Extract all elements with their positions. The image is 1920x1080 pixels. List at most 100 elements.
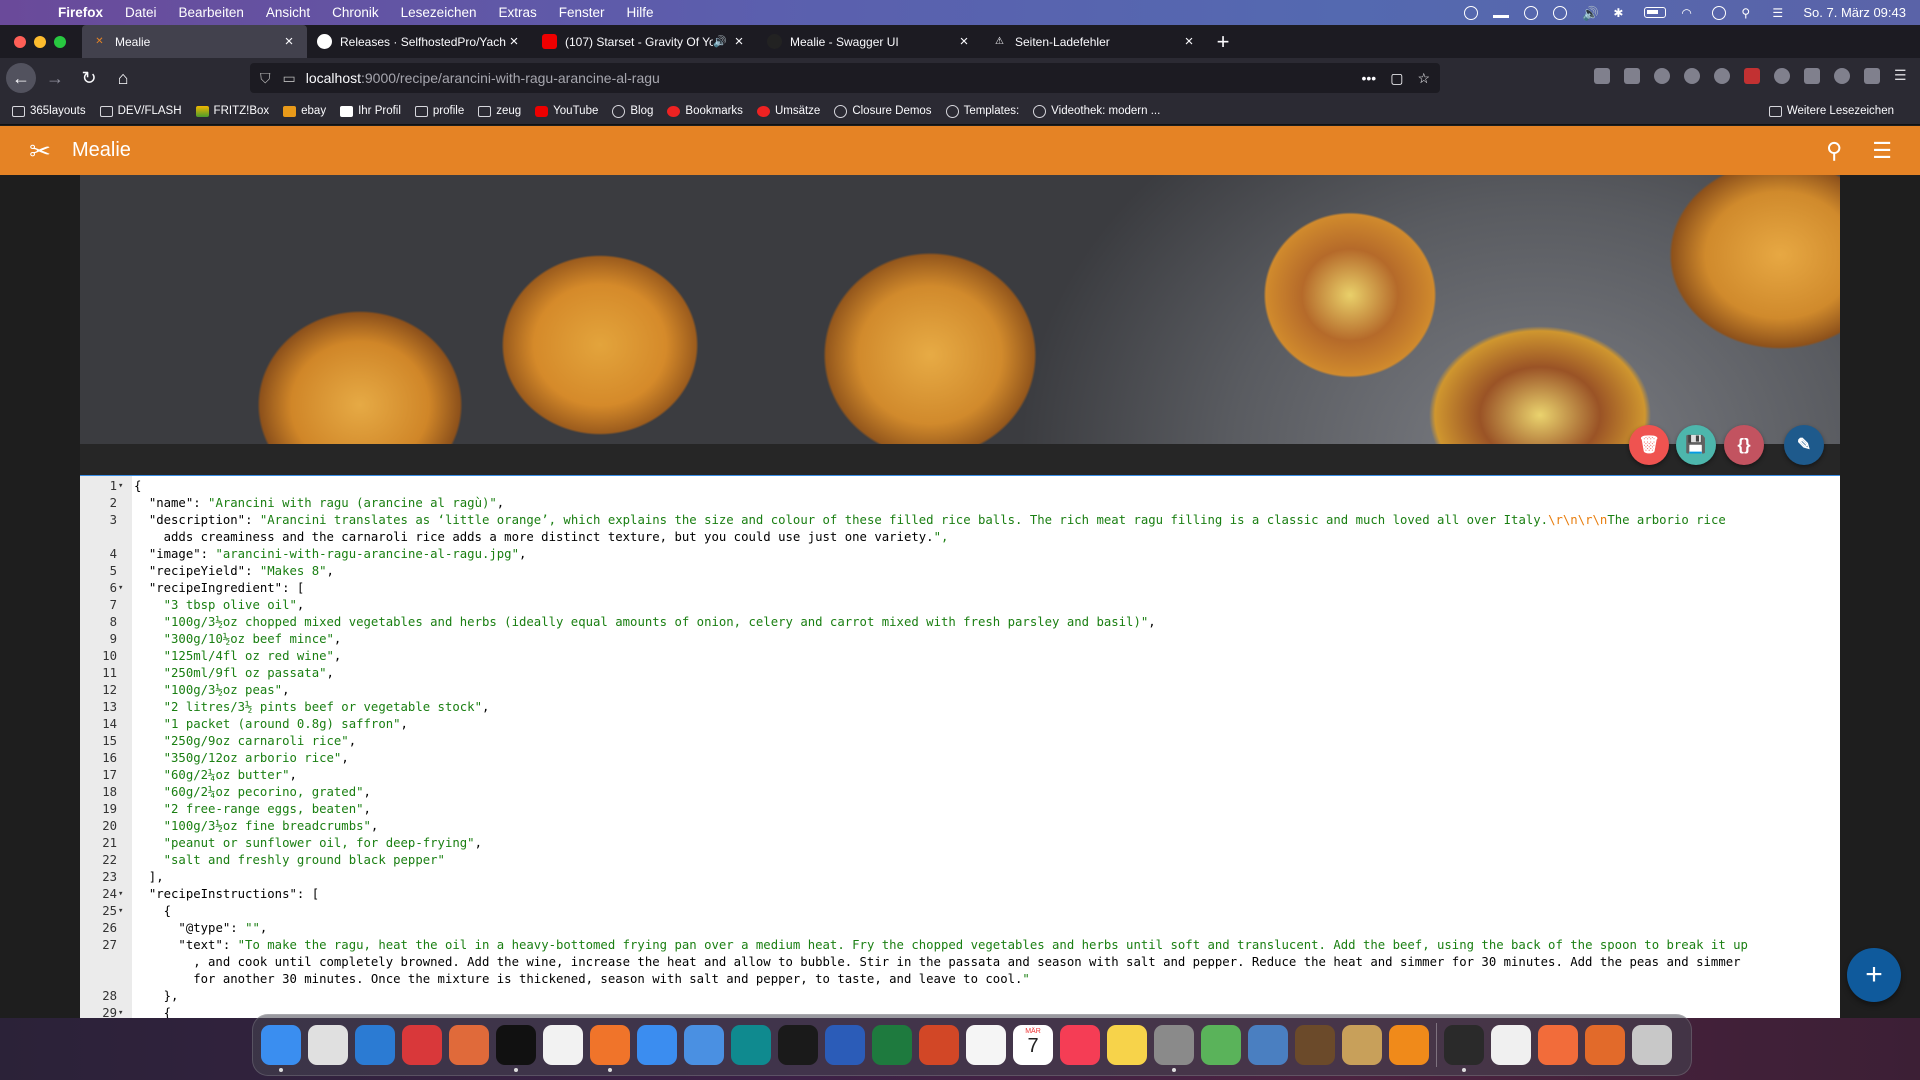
dock-vlc-icon[interactable] [1389, 1025, 1429, 1065]
close-tab-icon[interactable]: × [956, 33, 972, 50]
menu-bearbeiten[interactable]: Bearbeiten [179, 5, 244, 20]
search-icon[interactable]: ⚲ [1826, 138, 1842, 164]
fold-toggle-icon[interactable]: ▾ [118, 580, 128, 597]
dock-textedit-icon[interactable] [1491, 1025, 1531, 1065]
volume-icon[interactable]: 🔊 [1582, 6, 1599, 21]
bookmark-bookmarks[interactable]: Bookmarks [667, 105, 743, 117]
extensions-icon[interactable] [1864, 68, 1880, 84]
fold-toggle-icon[interactable]: ▾ [118, 903, 128, 920]
dock-arduino-icon[interactable] [731, 1025, 771, 1065]
close-tab-icon[interactable]: × [1181, 33, 1197, 50]
minimize-window-button[interactable] [34, 35, 46, 48]
dock-system-preferences-icon[interactable] [1154, 1025, 1194, 1072]
fold-toggle-icon[interactable]: ▾ [118, 886, 128, 903]
adblock-icon[interactable] [1714, 68, 1730, 84]
bookmark-ihr-profil[interactable]: Ihr Profil [340, 105, 401, 117]
bookmark-weitere[interactable]: Weitere Lesezeichen [1768, 105, 1894, 117]
menu-app-firefox[interactable]: Firefox [58, 5, 103, 20]
docker-status-icon[interactable] [1493, 8, 1510, 18]
app-title[interactable]: Mealie [72, 139, 131, 162]
dock-chrome-icon[interactable] [543, 1025, 583, 1065]
control-center-icon[interactable]: ☰ [1772, 6, 1788, 20]
dock-preview-icon[interactable] [1248, 1025, 1288, 1065]
bookmark-fritzbox[interactable]: FRITZ!Box [195, 105, 269, 117]
speaker-icon[interactable]: 🔊 [713, 35, 727, 48]
json-toggle-button[interactable]: {} [1724, 425, 1764, 465]
extension-red-icon[interactable] [1744, 68, 1760, 84]
user-icon[interactable] [1712, 5, 1727, 20]
dock-photos-icon[interactable] [966, 1025, 1006, 1065]
forward-button[interactable]: → [40, 63, 70, 93]
dock-launchpad-icon[interactable] [308, 1025, 348, 1065]
menu-datei[interactable]: Datei [125, 5, 157, 20]
extension-puzzle-icon[interactable] [1804, 68, 1820, 84]
bookmark-profile[interactable]: profile [414, 105, 464, 117]
tab-ladefehler[interactable]: ⚠ Seiten-Ladefehler × [982, 25, 1207, 58]
dock-terminal-icon[interactable] [496, 1025, 536, 1072]
fold-toggle-icon[interactable]: ▾ [118, 478, 128, 495]
dock-git-icon[interactable] [449, 1025, 489, 1065]
dock-ubuntu-icon[interactable] [1585, 1025, 1625, 1065]
sidebar-icon[interactable] [1624, 68, 1640, 84]
new-tab-button[interactable]: + [1207, 29, 1239, 55]
menu-chronik[interactable]: Chronik [332, 5, 379, 20]
bookmark-templates[interactable]: Templates: [945, 104, 1019, 118]
dock-excel-icon[interactable] [872, 1025, 912, 1065]
save-button[interactable]: 💾 [1676, 425, 1716, 465]
menu-extras[interactable]: Extras [498, 5, 536, 20]
tab-swagger[interactable]: Mealie - Swagger UI × [757, 25, 982, 58]
menu-hilfe[interactable]: Hilfe [627, 5, 654, 20]
tab-releases[interactable]: Releases · SelfhostedPro/Yacht × [307, 25, 532, 58]
bookmark-dev-flash[interactable]: DEV/FLASH [99, 105, 182, 117]
dock-trash-icon[interactable] [1632, 1025, 1672, 1065]
shield-icon[interactable]: ⛉ [260, 70, 271, 87]
home-button[interactable]: ⌂ [108, 63, 138, 93]
dock-safari-icon[interactable] [637, 1025, 677, 1065]
fold-toggle-icon[interactable]: ▾ [118, 1005, 128, 1018]
dock-books-icon[interactable] [1342, 1025, 1382, 1065]
bluetooth-icon[interactable]: ✱ [1613, 6, 1629, 20]
dock-pycharm-icon[interactable] [778, 1025, 818, 1065]
menu-icon[interactable]: ☰ [1872, 138, 1892, 164]
page-info-icon[interactable]: ▭ [283, 70, 296, 87]
globe-status-icon[interactable] [1464, 5, 1479, 20]
bookmark-blog[interactable]: Blog [612, 104, 653, 118]
add-recipe-button[interactable]: + [1847, 948, 1901, 1002]
dock-powerpoint-icon[interactable] [919, 1025, 959, 1065]
close-window-button[interactable] [14, 35, 26, 48]
bookmark-zeug[interactable]: zeug [478, 105, 521, 117]
play-status-icon[interactable] [1553, 5, 1568, 20]
wifi-icon[interactable]: ◠ [1681, 6, 1697, 20]
close-tab-icon[interactable]: × [506, 33, 522, 50]
close-tab-icon[interactable]: × [731, 33, 747, 50]
battery-icon[interactable] [1644, 7, 1667, 18]
dock-remote-desktop-icon[interactable] [402, 1025, 442, 1065]
bookmark-videothek[interactable]: Videothek: modern ... [1033, 104, 1160, 118]
extension-privacy-icon[interactable] [1774, 68, 1790, 84]
menubar-clock[interactable]: So. 7. März 09:43 [1803, 5, 1906, 20]
edit-button[interactable]: ✎ [1784, 425, 1824, 465]
hamburger-menu-icon[interactable]: ☰ [1894, 68, 1910, 84]
zoom-window-button[interactable] [54, 35, 66, 48]
bookmark-ebay[interactable]: ebay [283, 105, 326, 117]
json-editor[interactable]: 1 ▾{2 "name": "Arancini with ragu (aranci… [80, 475, 1840, 1018]
menu-fenster[interactable]: Fenster [559, 5, 605, 20]
dock-maps-icon[interactable] [1201, 1025, 1241, 1065]
account-icon[interactable] [1654, 68, 1670, 84]
dock-calibre-icon[interactable] [1295, 1025, 1335, 1065]
bookmark-closure-demos[interactable]: Closure Demos [834, 104, 932, 118]
extension-shield-icon[interactable] [1684, 68, 1700, 84]
close-tab-icon[interactable]: × [281, 33, 297, 50]
tab-youtube[interactable]: (107) Starset - Gravity Of Yo 🔊 × [532, 25, 757, 58]
menu-ansicht[interactable]: Ansicht [266, 5, 310, 20]
dock-notes-icon[interactable] [1107, 1025, 1147, 1065]
dock-mail-icon[interactable] [684, 1025, 724, 1065]
page-actions-icon[interactable]: ••• [1361, 70, 1376, 87]
reload-button[interactable]: ↻ [74, 63, 104, 93]
menu-lesezeichen[interactable]: Lesezeichen [401, 5, 477, 20]
bookmark-umsaetze[interactable]: Umsätze [756, 105, 820, 117]
extension-gear-icon[interactable] [1834, 68, 1850, 84]
spotlight-search-icon[interactable]: ⚲ [1741, 6, 1757, 20]
dock-finder-icon[interactable] [261, 1025, 301, 1072]
pocket-icon[interactable]: ▢ [1390, 70, 1403, 87]
